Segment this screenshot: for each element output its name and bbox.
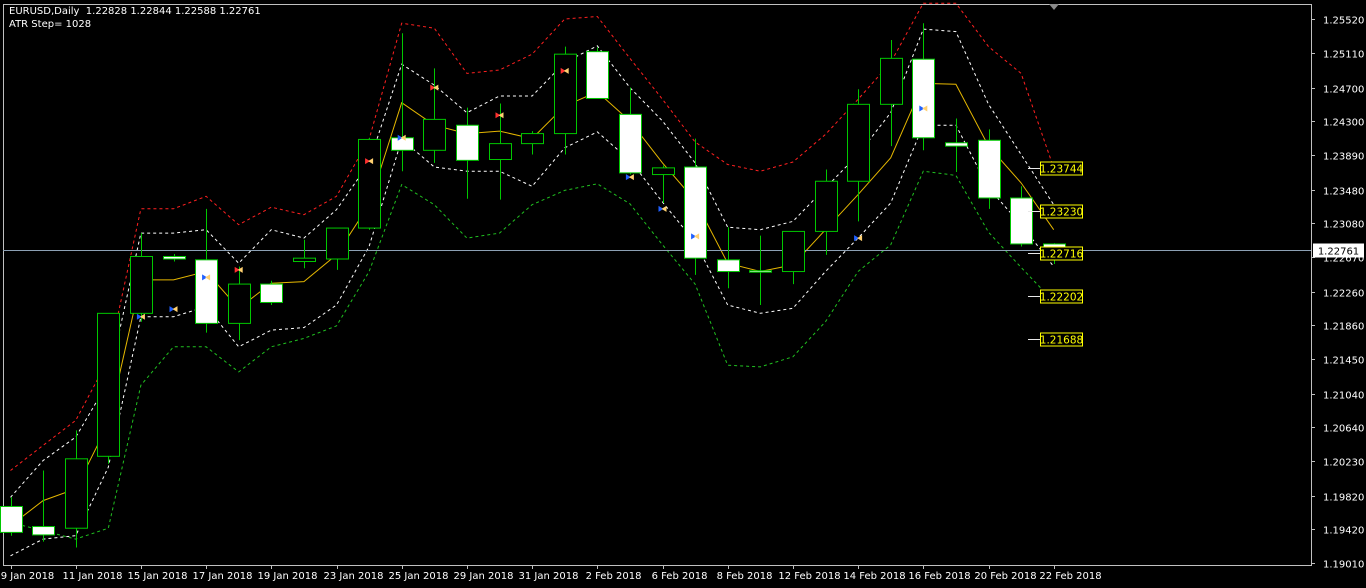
x-tick-label: 17 Jan 2018 — [193, 571, 253, 582]
x-tick-label: 6 Feb 2018 — [652, 571, 708, 582]
y-tick-label: 1.25520 — [1323, 16, 1364, 27]
signal-markers — [136, 67, 928, 320]
buy-arrow-icon — [658, 205, 667, 212]
x-tick-label: 23 Jan 2018 — [324, 571, 384, 582]
y-tick-label: 1.21040 — [1323, 391, 1364, 402]
price-chart[interactable]: 1.23744 1.23230 1.22716 1.22202 1.21688 1.25… — [0, 0, 1366, 588]
y-tick-label: 1.19820 — [1323, 493, 1364, 504]
outer-lower-band — [10, 170, 1055, 540]
x-tick-label: 16 Feb 2018 — [908, 571, 970, 582]
y-tick-label: 1.23890 — [1323, 152, 1364, 163]
y-tick-label: 1.23480 — [1323, 187, 1364, 198]
x-tick-label: 25 Jan 2018 — [389, 571, 449, 582]
candle-body — [293, 257, 316, 263]
y-tick-label: 1.21450 — [1323, 356, 1364, 367]
level-label: 1.22716 — [1040, 249, 1084, 261]
y-tick-label: 1.25110 — [1323, 50, 1364, 61]
y-tick-label: 1.19010 — [1323, 560, 1364, 571]
candle-body — [228, 283, 251, 324]
arrow-tail — [661, 205, 667, 212]
candle-body — [130, 255, 153, 314]
arrow-tail — [139, 313, 145, 320]
buy-arrow-icon — [854, 235, 863, 242]
bid-price-label: 1.22761 — [1318, 247, 1359, 258]
y-tick-label: 1.24700 — [1323, 85, 1364, 96]
x-tick-label: 15 Jan 2018 — [128, 571, 188, 582]
sell-arrow-icon — [234, 266, 243, 273]
level-label: 1.22202 — [1040, 292, 1083, 304]
y-tick-label: 1.20230 — [1323, 458, 1364, 469]
candle-body — [945, 142, 968, 147]
arrow-tail — [237, 266, 243, 273]
candles — [0, 23, 1066, 548]
candle-body — [912, 58, 935, 139]
x-tick-label: 29 Jan 2018 — [454, 571, 514, 582]
candle-body — [358, 138, 381, 229]
y-tick-label: 1.20640 — [1323, 424, 1364, 435]
symbol-ohlc-label: EURUSD,Daily 1.22828 1.22844 1.22588 1.2… — [9, 6, 261, 17]
candle-body — [880, 57, 903, 105]
y-tick-label: 1.23080 — [1323, 220, 1364, 231]
candle-body — [717, 259, 740, 273]
candle-body — [978, 139, 1001, 199]
shift-marker — [1049, 4, 1059, 10]
arrow-tail — [628, 174, 634, 181]
candle-body — [521, 133, 544, 145]
candle-body — [489, 143, 512, 161]
candle-body — [423, 118, 446, 151]
candle-body — [554, 53, 577, 135]
x-tick-label: 12 Feb 2018 — [778, 571, 840, 582]
candle-body — [97, 312, 120, 457]
candle-body — [32, 526, 55, 536]
atr-step-label: ATR Step= 1028 — [9, 19, 92, 30]
x-tick-label: 2 Feb 2018 — [586, 571, 642, 582]
candle-body — [619, 113, 642, 174]
x-tick-label: 20 Feb 2018 — [974, 571, 1036, 582]
candle-body — [65, 458, 88, 529]
candle-body — [163, 255, 186, 260]
sell-arrow-icon — [495, 112, 504, 119]
candle-body — [0, 505, 23, 533]
x-tick-label: 11 Jan 2018 — [63, 571, 123, 582]
arrow-tail — [172, 306, 178, 313]
y-tick-label: 1.19420 — [1323, 526, 1364, 537]
candle-body — [815, 180, 838, 232]
level-labels: 1.23744 1.23230 1.22716 1.22202 1.21688 — [1028, 161, 1084, 347]
buy-arrow-icon — [169, 306, 178, 313]
inner-lower-band — [10, 124, 1055, 557]
x-tick-label: 14 Feb 2018 — [843, 571, 905, 582]
x-tick-label: 31 Jan 2018 — [519, 571, 579, 582]
level-label: 1.23230 — [1040, 207, 1083, 219]
y-tick-label: 1.21860 — [1323, 322, 1364, 333]
candle-body — [1010, 197, 1033, 245]
candle-body — [782, 230, 805, 273]
candle-body — [195, 259, 218, 324]
candle-body — [684, 166, 707, 259]
buy-arrow-icon — [625, 174, 634, 181]
x-tick-label: 8 Feb 2018 — [717, 571, 773, 582]
candle-body — [456, 124, 479, 161]
level-label: 1.23744 — [1040, 164, 1084, 176]
buy-arrow-icon — [136, 313, 145, 320]
level-label: 1.21688 — [1040, 335, 1083, 347]
candle-body — [260, 283, 283, 303]
candle-body — [326, 227, 349, 260]
x-tick-label: 22 Feb 2018 — [1039, 571, 1101, 582]
candle-body — [749, 270, 772, 273]
candle-body — [586, 51, 609, 99]
candle-body — [847, 103, 870, 182]
candle-body — [391, 137, 414, 151]
x-tick-label: 9 Jan 2018 — [1, 571, 55, 582]
x-tick-label: 19 Jan 2018 — [258, 571, 318, 582]
y-tick-label: 1.24300 — [1323, 118, 1364, 129]
candle-body — [652, 167, 675, 176]
y-tick-label: 1.22260 — [1323, 289, 1364, 300]
